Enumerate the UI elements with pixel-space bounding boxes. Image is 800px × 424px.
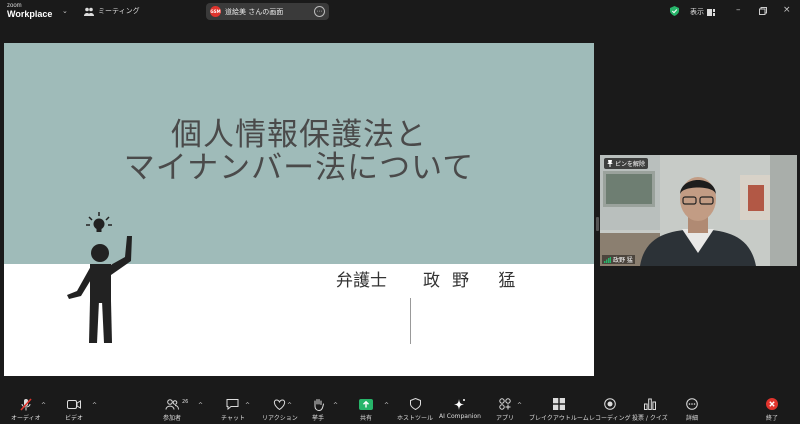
video-label: ビデオ: [65, 415, 84, 422]
participant-name: 政野 猛: [613, 257, 633, 264]
apps-icon: [499, 398, 511, 410]
meeting-menu[interactable]: ミーティング: [84, 6, 140, 16]
audio-options-chevron-icon[interactable]: ^: [41, 402, 46, 409]
breakout-rooms-button[interactable]: ブレイクアウトルーム: [529, 396, 589, 422]
audio-button[interactable]: オーディオ: [11, 396, 41, 422]
participants-count: 26: [182, 399, 189, 405]
apps-label: アプリ: [496, 415, 515, 422]
participants-button[interactable]: 参加者: [163, 396, 181, 422]
raise-hand-options-chevron-icon[interactable]: ^: [333, 402, 338, 409]
ai-companion-button[interactable]: AI Companion: [439, 396, 481, 420]
slide-title-line1: 個人情報保護法と: [171, 117, 427, 153]
participant-video: [600, 155, 797, 266]
reactions-label: リアクション: [262, 415, 298, 422]
participants-label: 参加者: [163, 415, 182, 422]
screen-share-indicator[interactable]: GSM 道絵美 さんの画面 ⋯: [206, 3, 329, 20]
poll-bars-icon: [643, 398, 656, 410]
reactions-options-chevron-icon[interactable]: ^: [287, 402, 292, 409]
resize-handle[interactable]: [596, 217, 599, 231]
heart-icon: [274, 398, 286, 410]
presenter-name: 政野 猛: [423, 271, 528, 291]
shield-icon: [409, 398, 421, 410]
end-call-icon: [766, 398, 778, 410]
minimize-icon[interactable]: –: [736, 5, 741, 15]
more-label: 詳細: [686, 415, 699, 422]
participants-options-chevron-icon[interactable]: ^: [198, 402, 203, 409]
chat-icon: [226, 399, 239, 410]
chat-options-chevron-icon[interactable]: ^: [245, 402, 250, 409]
idea-person-illustration: [67, 212, 132, 343]
more-button[interactable]: 詳細: [686, 396, 698, 422]
apps-button[interactable]: アプリ: [496, 396, 514, 422]
end-meeting-label: 終了: [766, 415, 779, 422]
apps-options-chevron-icon[interactable]: ^: [517, 402, 522, 409]
restore-icon[interactable]: [759, 7, 767, 15]
breakout-grid-icon: [552, 398, 565, 410]
ai-companion-label: AI Companion: [439, 413, 481, 420]
view-grid-icon: [707, 8, 715, 16]
share-label: 共有: [359, 415, 372, 422]
share-label: 道絵美 さんの画面: [225, 7, 284, 16]
sharer-avatar: GSM: [210, 6, 221, 17]
shared-slide: 個人情報保護法と マイナンバー法について: [4, 43, 594, 376]
slide-title-line2: マイナンバー法について: [123, 150, 475, 186]
security-shield-icon[interactable]: [670, 6, 679, 16]
zoom-logo: zoom Workplace: [7, 3, 52, 19]
view-label: 表示: [690, 8, 704, 16]
record-icon: [603, 398, 616, 410]
presenter-title: 弁護士: [336, 271, 387, 291]
reactions-button[interactable]: リアクション: [262, 396, 298, 422]
video-button[interactable]: ビデオ: [65, 396, 83, 422]
meeting-toolbar: オーディオ ^ ビデオ ^ 参加者 26 ^ チャット ^ リアクション ^ 挙…: [0, 394, 800, 424]
slide-title: 個人情報保護法と マイナンバー法について: [4, 119, 594, 185]
people-icon: [84, 7, 94, 16]
record-button[interactable]: レコーディング: [589, 396, 631, 422]
raise-hand-label: 挙手: [312, 415, 325, 422]
signal-bars-icon: [604, 256, 611, 263]
hand-icon: [314, 398, 324, 411]
more-dots-icon: [686, 398, 698, 410]
more-options-icon[interactable]: ⋯: [314, 6, 325, 17]
camera-icon: [67, 399, 81, 409]
chat-label: チャット: [221, 415, 245, 422]
app-menu-chevron-icon[interactable]: ⌄: [62, 7, 68, 15]
participant-video-tile[interactable]: ピンを解除 政野 猛: [600, 155, 797, 266]
mic-muted-icon: [20, 397, 32, 411]
view-button[interactable]: 表示: [690, 7, 715, 17]
breakout-rooms-label: ブレイクアウトルーム: [529, 415, 589, 422]
end-meeting-button[interactable]: 終了: [766, 396, 778, 422]
record-label: レコーディング: [589, 415, 631, 422]
participant-name-tag: 政野 猛: [602, 255, 635, 264]
raise-hand-button[interactable]: 挙手: [312, 396, 324, 422]
top-bar: zoom Workplace ⌄ ミーティング GSM 道絵美 さんの画面 ⋯ …: [0, 0, 800, 24]
unpin-button[interactable]: ピンを解除: [604, 158, 649, 169]
host-tools-button[interactable]: ホストツール: [397, 396, 433, 422]
share-screen-icon: [359, 398, 373, 410]
close-icon[interactable]: ×: [783, 5, 791, 15]
slide-divider: [410, 298, 411, 344]
lightbulb-icon: [86, 212, 112, 232]
audio-label: オーディオ: [11, 415, 41, 422]
meeting-label: ミーティング: [98, 7, 140, 15]
pin-icon: [607, 160, 613, 167]
unpin-label: ピンを解除: [615, 161, 646, 168]
polls-label: 投票 / クイズ: [632, 415, 668, 422]
sparkle-icon: [454, 398, 466, 410]
polls-button[interactable]: 投票 / クイズ: [632, 396, 668, 422]
video-options-chevron-icon[interactable]: ^: [92, 402, 97, 409]
host-tools-label: ホストツール: [397, 415, 434, 422]
participants-icon: [165, 398, 179, 410]
chat-button[interactable]: チャット: [221, 396, 245, 422]
share-options-chevron-icon[interactable]: ^: [384, 402, 389, 409]
share-button[interactable]: 共有: [359, 396, 373, 422]
logo-line2: Workplace: [7, 9, 53, 19]
